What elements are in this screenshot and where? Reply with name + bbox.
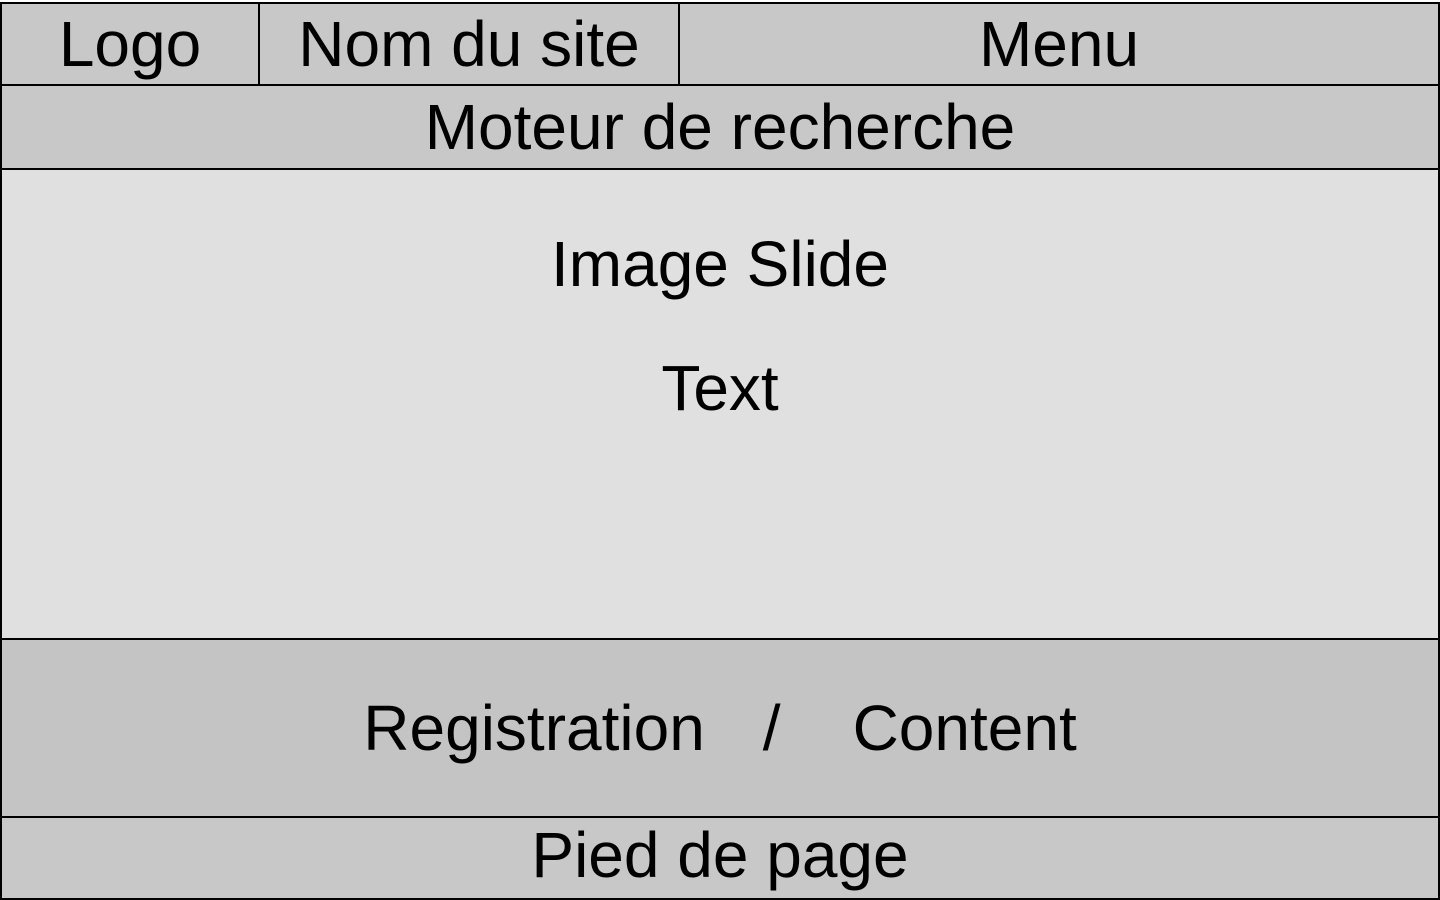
footer-label: Pied de page [531, 819, 909, 891]
menu-block[interactable]: Menu [678, 2, 1440, 86]
footer-block: Pied de page [0, 816, 1440, 900]
logo-label: Logo [58, 8, 202, 80]
search-engine-label: Moteur de recherche [424, 91, 1016, 163]
site-name-label: Nom du site [298, 8, 640, 80]
wireframe: Logo Nom du site Menu Moteur de recherch… [0, 0, 1440, 900]
image-slide-title: Image Slide [551, 228, 889, 300]
logo-block[interactable]: Logo [0, 2, 260, 86]
image-slide-text: Text [661, 352, 779, 424]
search-engine-block[interactable]: Moteur de recherche [0, 84, 1440, 170]
image-slide-block: Image Slide Text [0, 168, 1440, 640]
content-label[interactable]: Content [853, 691, 1077, 765]
registration-label[interactable]: Registration [363, 691, 705, 765]
menu-label: Menu [978, 8, 1140, 80]
separator: / [762, 692, 781, 764]
site-name-block: Nom du site [258, 2, 680, 86]
registration-content-block: Registration / Content [0, 638, 1440, 818]
